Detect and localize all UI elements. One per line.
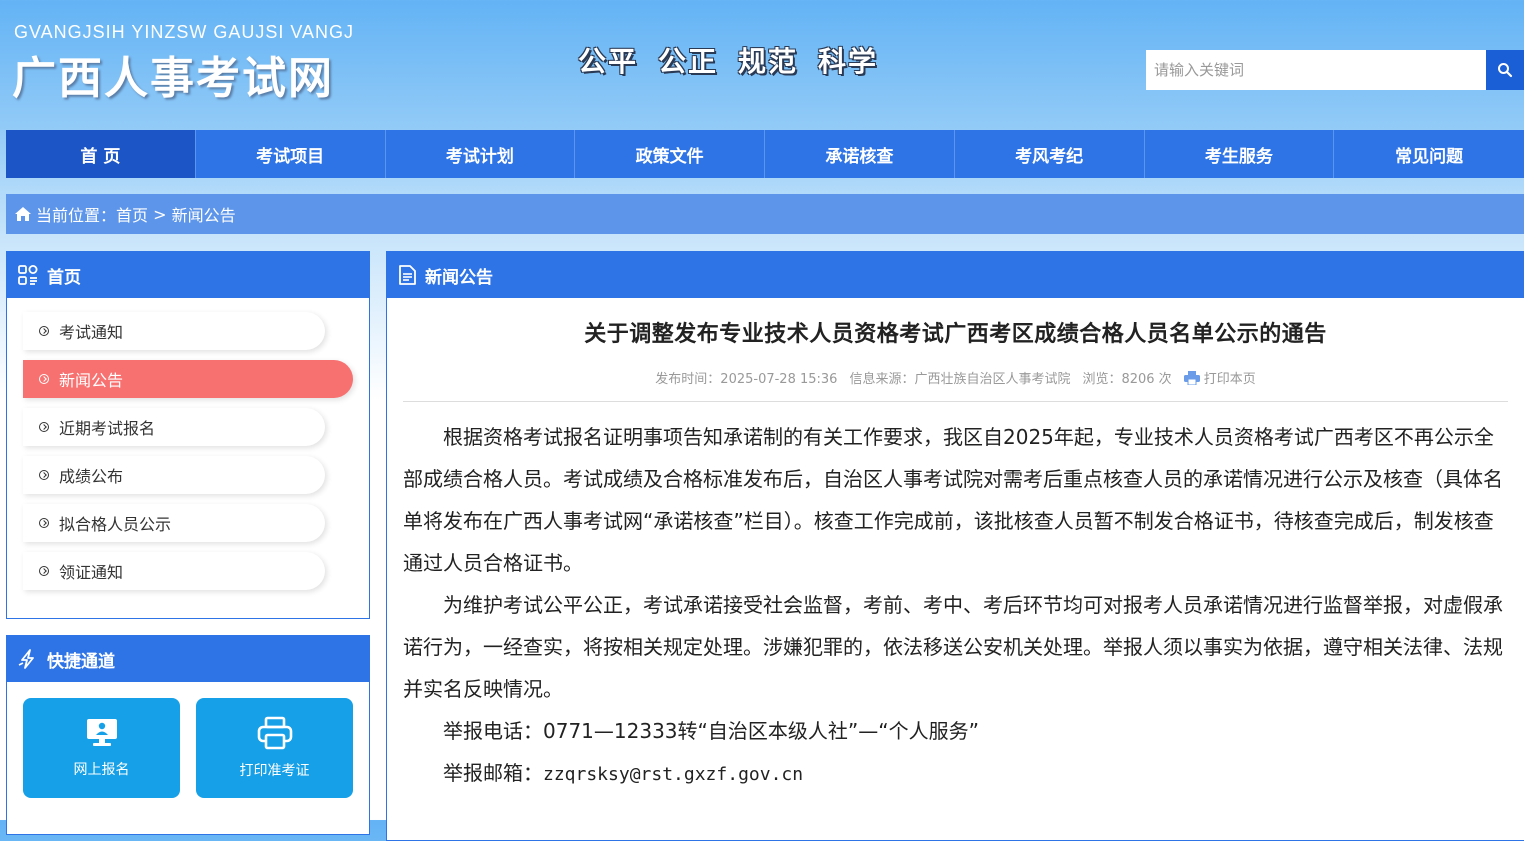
nav-item-candidate-service[interactable]: 考生服务: [1145, 130, 1335, 178]
print-admission-ticket-button[interactable]: 打印准考证: [196, 698, 353, 798]
nav-item-policy[interactable]: 政策文件: [575, 130, 765, 178]
email-label: 举报邮箱：: [443, 761, 543, 785]
sidebar-item-scores[interactable]: 成绩公布: [23, 456, 325, 494]
chevron-circle-icon: [39, 470, 49, 480]
online-registration-button[interactable]: 网上报名: [23, 698, 180, 798]
article-paragraph: 根据资格考试报名证明事项告知承诺制的有关工作要求，我区自2025年起，专业技术人…: [403, 425, 1503, 575]
article-panel-header: 新闻公告: [387, 252, 1524, 298]
nav-item-faq[interactable]: 常见问题: [1334, 130, 1524, 178]
sidebar-item-certificate-notice[interactable]: 领证通知: [23, 552, 325, 590]
chevron-circle-icon: [39, 374, 49, 384]
sidebar-item-label: 新闻公告: [59, 371, 124, 390]
quick-access-grid: 网上报名 打印准考证: [7, 682, 369, 814]
quick-label: 打印准考证: [239, 763, 310, 779]
article-panel: 新闻公告 关于调整发布专业技术人员资格考试广西考区成绩合格人员名单公示的通告 发…: [386, 251, 1524, 841]
report-email[interactable]: zzqrsksy@rst.gxzf.gov.cn: [543, 764, 803, 785]
slogan-word: 科学: [818, 45, 879, 78]
breadcrumb: 当前位置： 首页 > 新闻公告: [6, 194, 1524, 234]
document-icon: [399, 265, 416, 285]
sidebar-item-label: 领证通知: [59, 563, 124, 582]
quick-access-header: 快捷通道: [7, 636, 369, 682]
print-page-link[interactable]: 打印本页: [1183, 368, 1256, 387]
quick-label: 网上报名: [73, 762, 130, 778]
home-icon: [14, 206, 32, 222]
quick-access-panel: 快捷通道 网上报名 打印准考证: [6, 635, 370, 835]
article-title: 关于调整发布专业技术人员资格考试广西考区成绩合格人员名单公示的通告: [584, 322, 1327, 347]
sidebar-menu-panel: 首页 考试通知 新闻公告 近期考试报名 成绩公布 拟合格人员公示 领证通知: [6, 251, 370, 619]
article-paragraph: 举报电话：0771—12333转“自治区本级人社”—“个人服务”: [443, 719, 979, 743]
lightning-icon: [18, 649, 34, 669]
site-header: GVANGJSIH YINZSW GAUJSI VANGJ 广西人事考试网 公平…: [0, 0, 1524, 130]
publish-time: 发布时间：2025-07-28 15:36: [655, 372, 838, 387]
nav-item-exam-projects[interactable]: 考试项目: [196, 130, 386, 178]
sidebar-item-qualified-list[interactable]: 拟合格人员公示: [23, 504, 325, 542]
article-paragraph-email: 举报邮箱：zzqrsksy@rst.gxzf.gov.cn: [403, 752, 1508, 796]
search-button[interactable]: [1486, 50, 1524, 90]
sidebar-item-label: 考试通知: [59, 323, 124, 342]
printer-icon: [1183, 370, 1200, 385]
slogan-word: 公平: [578, 45, 639, 78]
grid-icon: [18, 265, 38, 285]
view-count: 浏览：8206 次: [1082, 372, 1172, 387]
sidebar-item-recent-registration[interactable]: 近期考试报名: [23, 408, 325, 446]
breadcrumb-separator: >: [148, 204, 172, 224]
search-input[interactable]: [1146, 50, 1486, 90]
breadcrumb-current[interactable]: 新闻公告: [172, 202, 236, 226]
breadcrumb-prefix: 当前位置：: [36, 206, 117, 225]
print-page-label: 打印本页: [1203, 372, 1256, 387]
nav-item-home[interactable]: 首 页: [6, 130, 196, 178]
printer-icon: [257, 716, 292, 750]
search-icon: [1498, 63, 1513, 78]
article-section-title: 新闻公告: [425, 267, 493, 288]
nav-item-commitment-check[interactable]: 承诺核查: [765, 130, 955, 178]
article-body: 根据资格考试报名证明事项告知承诺制的有关工作要求，我区自2025年起，专业技术人…: [387, 402, 1524, 796]
slogan-word: 公正: [658, 45, 719, 78]
breadcrumb-home-link[interactable]: 首页: [116, 202, 148, 226]
site-logo[interactable]: 广西人事考试网: [12, 42, 334, 106]
main-nav: 首 页 考试项目 考试计划 政策文件 承诺核查 考风考纪 考生服务 常见问题: [6, 130, 1524, 178]
sidebar-item-news[interactable]: 新闻公告: [23, 360, 353, 398]
nav-item-discipline[interactable]: 考风考纪: [955, 130, 1145, 178]
article-meta: 发布时间：2025-07-28 15:36 信息来源：广西壮族自治区人事考试院 …: [387, 368, 1524, 387]
chevron-circle-icon: [39, 422, 49, 432]
sidebar-item-label: 近期考试报名: [59, 419, 156, 438]
sidebar-title: 首页: [47, 267, 81, 288]
sidebar-menu: 考试通知 新闻公告 近期考试报名 成绩公布 拟合格人员公示 领证通知: [7, 298, 369, 608]
chevron-circle-icon: [39, 326, 49, 336]
sidebar-header: 首页: [7, 252, 369, 298]
sidebar-item-label: 成绩公布: [59, 467, 124, 486]
chevron-circle-icon: [39, 566, 49, 576]
slogan: 公平 公正 规范 科学: [578, 40, 878, 80]
sidebar-item-label: 拟合格人员公示: [59, 515, 172, 534]
logo-pinyin: GVANGJSIH YINZSW GAUJSI VANGJ: [14, 22, 355, 42]
quick-access-title: 快捷通道: [47, 651, 115, 672]
sidebar-item-exam-notice[interactable]: 考试通知: [23, 312, 325, 350]
nav-item-exam-plan[interactable]: 考试计划: [386, 130, 576, 178]
info-source: 信息来源：广西壮族自治区人事考试院: [849, 372, 1071, 387]
search-box: [1146, 50, 1524, 90]
chevron-circle-icon: [39, 518, 49, 528]
computer-user-icon: [86, 719, 117, 746]
slogan-word: 规范: [738, 45, 799, 78]
article-paragraph: 为维护考试公平公正，考试承诺接受社会监督，考前、考中、考后环节均可对报考人员承诺…: [403, 593, 1503, 701]
